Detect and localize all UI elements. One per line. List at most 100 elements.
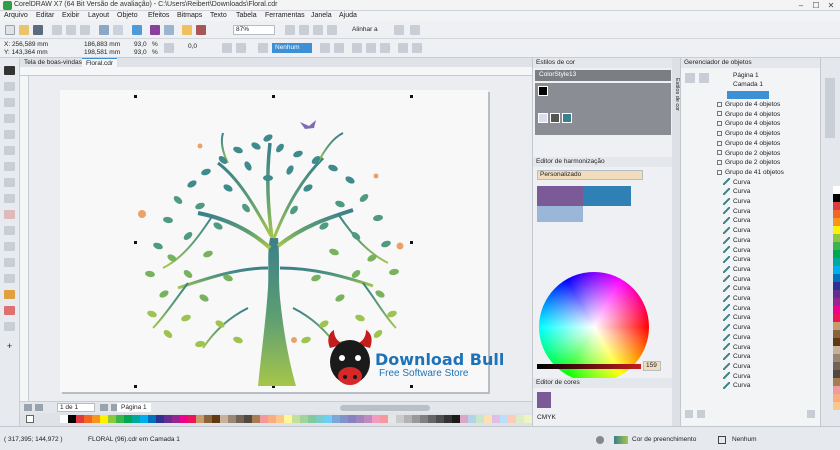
previous-page-icon[interactable] — [35, 404, 43, 411]
menu-exibir[interactable]: Exibir — [62, 12, 80, 19]
harmony-swatch-blue[interactable] — [583, 186, 631, 206]
vertical-palette-swatch[interactable] — [833, 290, 840, 298]
mirror-vertical-icon[interactable] — [236, 43, 246, 53]
delete-icon[interactable] — [807, 410, 815, 418]
curve-node[interactable]: Curva — [722, 255, 750, 264]
palette-swatch[interactable] — [348, 415, 356, 423]
palette-swatch[interactable] — [308, 415, 316, 423]
new-master-layer-icon[interactable] — [697, 410, 705, 418]
vertical-palette-swatch[interactable] — [833, 362, 840, 370]
swatch-light[interactable] — [538, 113, 548, 123]
vertical-palette-swatch[interactable] — [833, 394, 840, 402]
palette-swatch[interactable] — [60, 415, 68, 423]
maximize-button[interactable]: ☐ — [809, 0, 823, 11]
palette-swatch[interactable] — [260, 415, 268, 423]
guidelines-icon[interactable] — [327, 25, 337, 35]
palette-swatch[interactable] — [508, 415, 516, 423]
vertical-palette-swatch[interactable] — [833, 354, 840, 362]
search-content-icon[interactable] — [132, 25, 142, 35]
palette-swatch[interactable] — [188, 415, 196, 423]
harmony-dropdown[interactable]: Personalizado — [537, 170, 643, 180]
interactive-fill-icon[interactable] — [4, 306, 15, 315]
menu-ferramentas[interactable]: Ferramentas — [265, 12, 305, 19]
open-folder-icon[interactable] — [19, 25, 29, 35]
selection-handle[interactable] — [410, 95, 413, 98]
group-node[interactable]: Grupo de 4 objetos — [717, 129, 780, 138]
palette-swatch[interactable] — [116, 415, 124, 423]
menu-editar[interactable]: Editar — [36, 12, 54, 19]
menu-janela[interactable]: Janela — [311, 12, 332, 19]
rotation-angle-field[interactable]: 0,0 — [186, 43, 214, 53]
tree-layer-node[interactable]: Camada 1 — [733, 80, 763, 89]
save-icon[interactable] — [33, 25, 43, 35]
artistic-media-icon[interactable] — [4, 146, 15, 155]
palette-swatch[interactable] — [404, 415, 412, 423]
palette-swatch[interactable] — [148, 415, 156, 423]
ungroup-all-icon[interactable] — [380, 43, 390, 53]
curve-node[interactable]: Curva — [722, 264, 750, 274]
group-node[interactable]: Grupo de 2 objetos — [717, 149, 780, 158]
palette-swatch[interactable] — [108, 415, 116, 423]
strip-scroll-tab[interactable] — [825, 78, 835, 138]
palette-swatch[interactable] — [284, 415, 292, 423]
x-position-field[interactable]: X: 256,589 mm — [4, 41, 48, 48]
freehand-tool-icon[interactable] — [4, 130, 15, 139]
horizontal-scrollbar[interactable] — [340, 405, 430, 411]
y-position-field[interactable]: Y: 143,364 mm — [4, 49, 48, 56]
vertical-palette-swatch[interactable] — [833, 346, 840, 354]
to-back-icon[interactable] — [334, 43, 344, 53]
group-node[interactable]: Grupo de 41 objetos — [717, 168, 784, 177]
outline-width-select[interactable]: Nenhum — [272, 43, 312, 53]
palette-swatch[interactable] — [372, 415, 380, 423]
vertical-palette-swatch[interactable] — [833, 298, 840, 306]
palette-swatch[interactable] — [356, 415, 364, 423]
vertical-palette-swatch[interactable] — [833, 250, 840, 258]
palette-swatch[interactable] — [452, 415, 460, 423]
curve-node[interactable]: Curva — [722, 294, 750, 303]
palette-swatch[interactable] — [388, 415, 396, 423]
current-color-swatch[interactable] — [537, 392, 551, 408]
curve-node[interactable]: Curva — [722, 206, 750, 216]
group-node[interactable]: Grupo de 4 objetos — [717, 139, 780, 148]
rectangle-tool-icon[interactable] — [4, 162, 15, 171]
export-icon[interactable] — [164, 25, 174, 35]
layer-manager-view-icon[interactable] — [685, 73, 695, 83]
palette-swatch[interactable] — [316, 415, 324, 423]
palette-swatch[interactable] — [468, 415, 476, 423]
scale-height-field[interactable]: 93,0 — [134, 49, 147, 56]
group-node[interactable]: Grupo de 4 objetos — [717, 100, 780, 109]
curve-node[interactable]: Curva — [722, 216, 750, 225]
vertical-palette-swatch[interactable] — [833, 226, 840, 234]
crop-tool-icon[interactable] — [4, 98, 15, 107]
swatch-teal[interactable] — [562, 113, 572, 123]
menu-texto[interactable]: Texto — [210, 12, 227, 19]
fill-preview-swatch[interactable] — [614, 436, 628, 444]
zoom-tool-icon[interactable] — [4, 114, 15, 123]
group-node[interactable]: Grupo de 4 objetos — [717, 119, 780, 128]
vertical-palette-swatch[interactable] — [833, 330, 840, 338]
curve-node[interactable]: Curva — [722, 235, 750, 245]
undo-icon[interactable] — [99, 25, 109, 35]
palette-swatch[interactable] — [428, 415, 436, 423]
palette-swatch[interactable] — [324, 415, 332, 423]
palette-swatch[interactable] — [300, 415, 308, 423]
palette-swatch[interactable] — [500, 415, 508, 423]
curve-node[interactable]: Curva — [722, 313, 750, 322]
palette-swatch[interactable] — [228, 415, 236, 423]
close-button[interactable]: ✕ — [824, 0, 838, 11]
palette-swatch[interactable] — [204, 415, 212, 423]
palette-swatch[interactable] — [340, 415, 348, 423]
menu-bitmaps[interactable]: Bitmaps — [177, 12, 202, 19]
shape-tool-icon[interactable] — [4, 82, 15, 91]
vertical-palette-swatch[interactable] — [833, 314, 840, 322]
full-screen-icon[interactable] — [285, 25, 295, 35]
corel-connect-icon[interactable] — [182, 25, 192, 35]
vertical-palette-swatch[interactable] — [833, 378, 840, 386]
polygon-tool-icon[interactable] — [4, 194, 15, 203]
paste-icon[interactable] — [80, 25, 90, 35]
ungroup-icon[interactable] — [366, 43, 376, 53]
palette-swatch[interactable] — [196, 415, 204, 423]
add-tool-icon[interactable]: + — [4, 342, 15, 351]
palette-swatch[interactable] — [364, 415, 372, 423]
palette-swatch[interactable] — [436, 415, 444, 423]
